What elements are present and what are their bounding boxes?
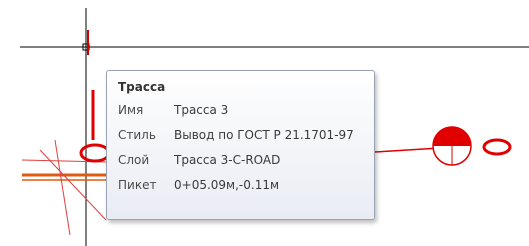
object-tooltip: Трасса Имя Трасса 3 Стиль Вывод по ГОСТ … (106, 70, 375, 220)
tooltip-value: Вывод по ГОСТ Р 21.1701-97 (174, 128, 354, 142)
tooltip-key: Стиль (118, 128, 156, 142)
tooltip-row-station: Пикет 0+05.09м,-0.11м (118, 177, 364, 202)
tooltip-title: Трасса (118, 80, 166, 94)
tooltip-value: Трасса 3 (174, 103, 229, 117)
station-marker-right-oval (482, 138, 512, 156)
tooltip-key: Имя (118, 103, 144, 117)
alignment-thin-2 (54, 139, 71, 236)
tooltip-row-layer: Слой Трасса 3-C-ROAD (118, 152, 364, 177)
tooltip-value: Трасса 3-C-ROAD (174, 153, 281, 167)
station-marker-left (79, 143, 111, 163)
tooltip-value: 0+05.09м,-0.11м (174, 178, 280, 192)
tooltip-row-style: Стиль Вывод по ГОСТ Р 21.1701-97 (118, 127, 364, 152)
tooltip-row-name: Имя Трасса 3 (118, 102, 364, 127)
alignment-line-right (374, 147, 441, 153)
tooltip-key: Пикет (118, 178, 157, 192)
tooltip-key: Слой (118, 153, 150, 167)
